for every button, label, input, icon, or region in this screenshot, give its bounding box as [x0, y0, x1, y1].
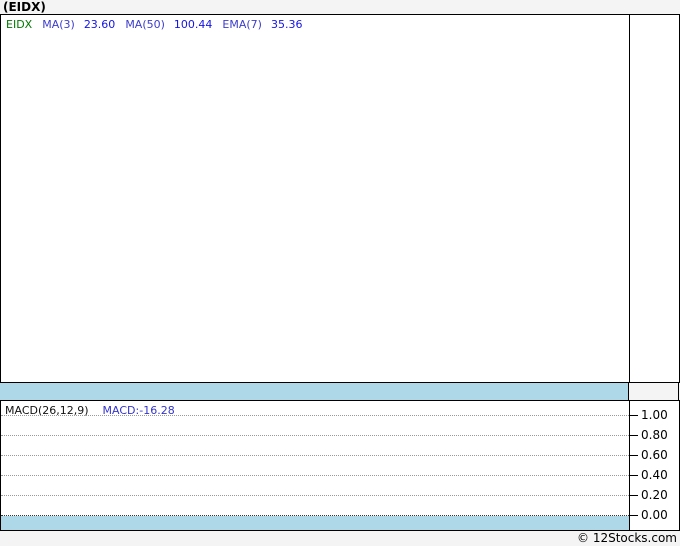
legend-label: EMA(7) [222, 18, 262, 31]
macd-axis-divider [629, 401, 630, 530]
date-axis-band [0, 383, 629, 400]
axis-divider-segment [628, 383, 629, 400]
page-title: (EIDX) [3, 0, 46, 14]
y-tick-label: 0.00 [641, 508, 668, 522]
y-tickmark [629, 415, 638, 416]
right-border-segment [678, 383, 679, 400]
legend-symbol: EIDX [6, 18, 33, 31]
macd-bottom-band [1, 516, 629, 530]
gridline-1.00 [1, 415, 629, 416]
y-tickmark [629, 455, 638, 456]
y-tick-label: 0.80 [641, 428, 668, 442]
y-tickmark [629, 515, 638, 516]
y-tickmark [629, 475, 638, 476]
price-axis-divider [629, 15, 630, 382]
gridline-0.20 [1, 495, 629, 496]
legend-value: 23.60 [83, 18, 116, 31]
y-tick-label: 0.20 [641, 488, 668, 502]
gridline-0.80 [1, 435, 629, 436]
y-tick-label: 0.60 [641, 448, 668, 462]
y-tickmark [629, 495, 638, 496]
legend-value: 35.36 [270, 18, 303, 31]
legend-value: 100.44 [173, 18, 213, 31]
brand-credit: © 12Stocks.com [577, 531, 677, 545]
legend-item-ma50: MA(50) 100.44 [125, 18, 212, 31]
gridline-0.60 [1, 455, 629, 456]
legend-item-ma3: MA(3) 23.60 [42, 18, 115, 31]
legend-label: MA(50) [125, 18, 165, 31]
price-chart-panel: EIDX MA(3) 23.60 MA(50) 100.44 EMA(7) 35… [0, 14, 680, 383]
price-legend: EIDX MA(3) 23.60 MA(50) 100.44 EMA(7) 35… [6, 18, 302, 31]
y-tick-label: 0.40 [641, 468, 668, 482]
macd-panel: MACD(26,12,9) MACD:-16.28 1.00 0.80 0.60… [0, 400, 680, 531]
y-tick-label: 1.00 [641, 408, 668, 422]
legend-label: MA(3) [42, 18, 75, 31]
y-tickmark [629, 435, 638, 436]
legend-item-ema7: EMA(7) 35.36 [222, 18, 302, 31]
gridline-0.40 [1, 475, 629, 476]
